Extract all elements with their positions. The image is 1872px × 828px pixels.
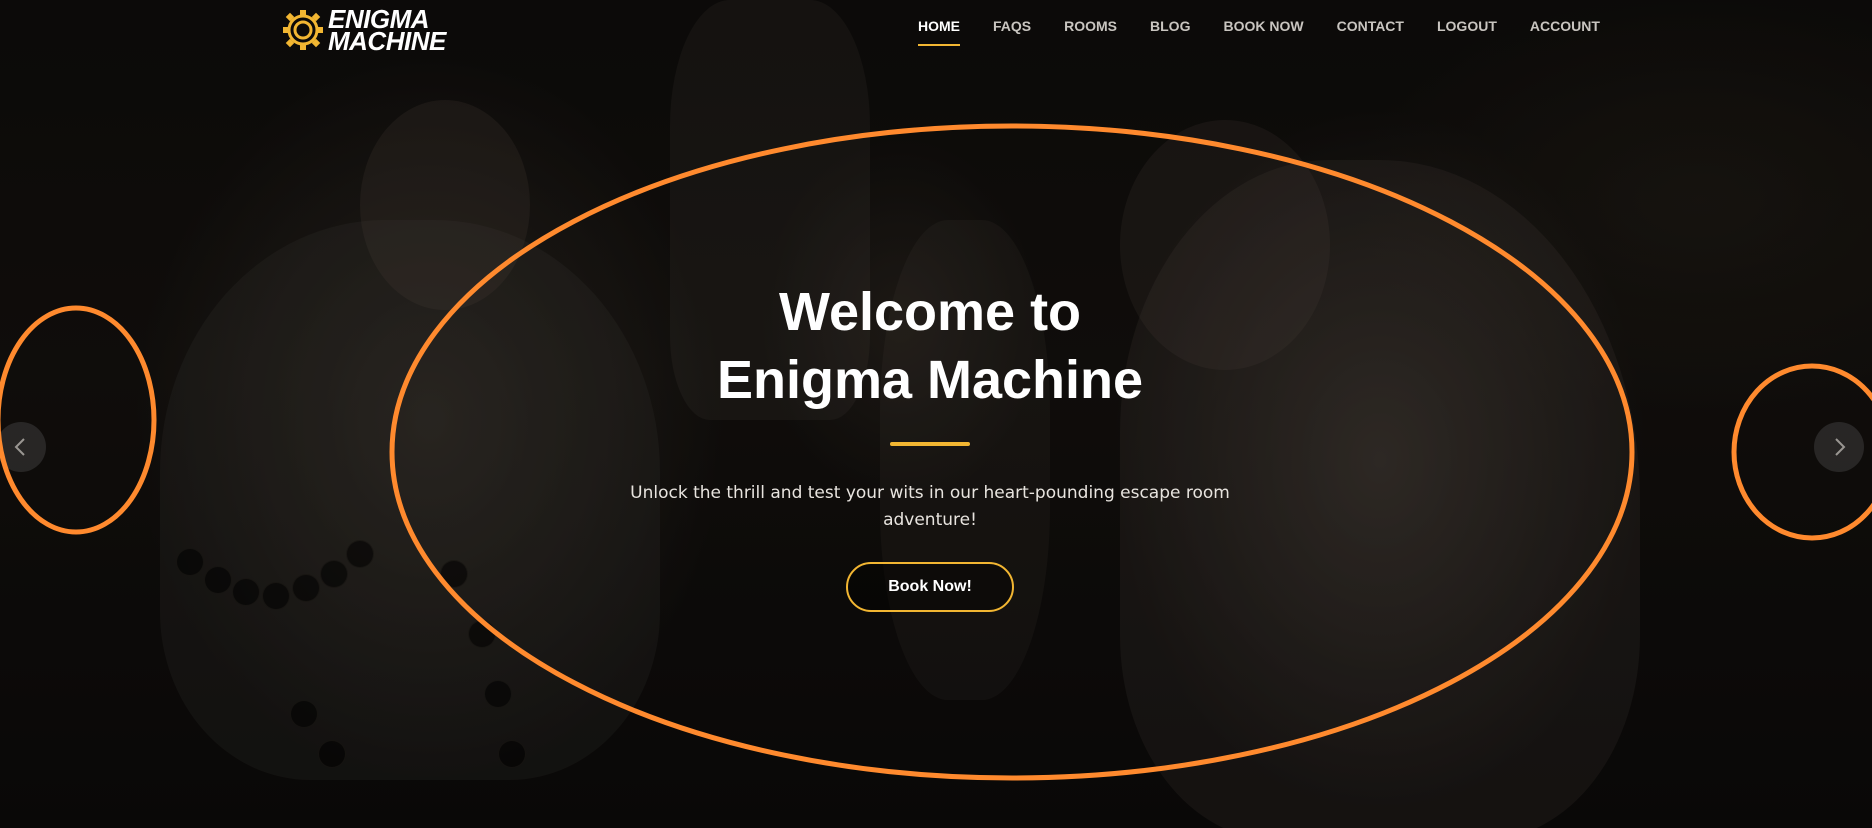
hero-slider: ENIGMA MACHINE HOME FAQS ROOMS BLOG BOOK… bbox=[0, 0, 1872, 828]
hero-title-line-1: Welcome to bbox=[778, 282, 1082, 342]
gear-icon bbox=[283, 10, 323, 50]
nav-item-blog[interactable]: BLOG bbox=[1150, 18, 1190, 46]
nav-item-home[interactable]: HOME bbox=[918, 18, 960, 46]
brand-line-2: MACHINE bbox=[328, 26, 446, 56]
site-header: ENIGMA MACHINE HOME FAQS ROOMS BLOG BOOK… bbox=[0, 0, 1872, 60]
title-divider bbox=[890, 442, 970, 446]
nav-item-logout[interactable]: LOGOUT bbox=[1437, 18, 1497, 46]
nav-item-book-now[interactable]: BOOK NOW bbox=[1223, 18, 1303, 46]
hero-content: Welcome to Enigma Machine Unlock the thr… bbox=[600, 278, 1260, 612]
chevron-left-icon bbox=[14, 438, 25, 456]
book-now-button[interactable]: Book Now! bbox=[846, 562, 1014, 612]
chevron-right-icon bbox=[1835, 438, 1846, 456]
hero-subtitle: Unlock the thrill and test your wits in … bbox=[630, 483, 1230, 530]
brand-name: ENIGMA MACHINE bbox=[328, 6, 446, 56]
main-nav: HOME FAQS ROOMS BLOG BOOK NOW CONTACT LO… bbox=[918, 18, 1633, 46]
nav-item-faqs[interactable]: FAQS bbox=[993, 18, 1031, 46]
brand-logo[interactable]: ENIGMA MACHINE bbox=[282, 6, 446, 56]
slider-next-button[interactable] bbox=[1814, 422, 1864, 472]
nav-item-contact[interactable]: CONTACT bbox=[1337, 18, 1404, 46]
hero-title: Welcome to Enigma Machine bbox=[600, 278, 1260, 414]
nav-item-account[interactable]: ACCOUNT bbox=[1530, 18, 1600, 46]
hero-title-line-2: Enigma Machine bbox=[716, 350, 1144, 410]
nav-item-rooms[interactable]: ROOMS bbox=[1064, 18, 1117, 46]
